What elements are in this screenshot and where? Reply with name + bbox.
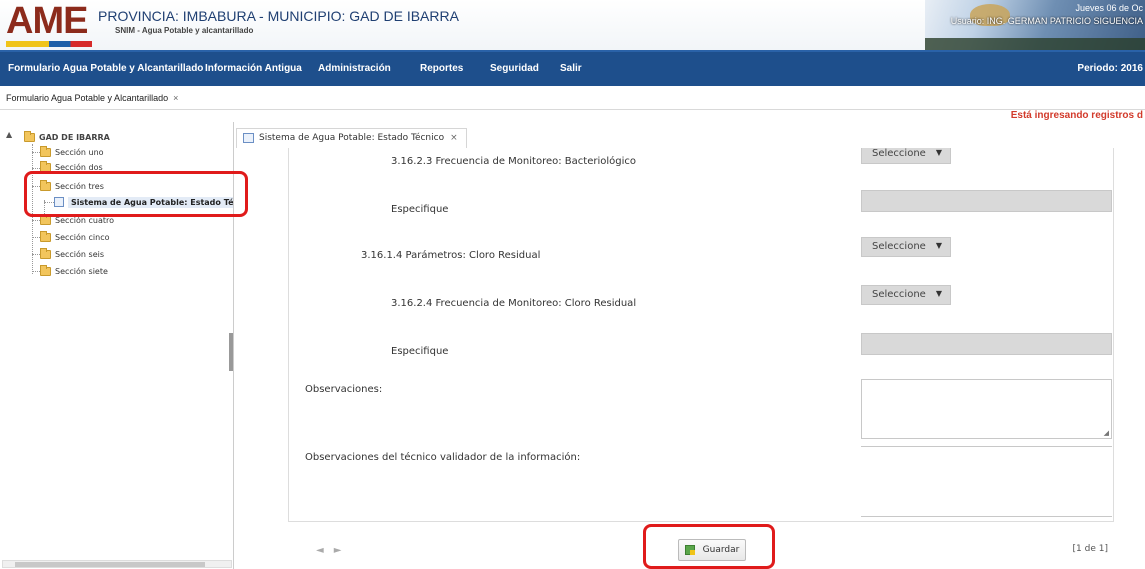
- tree-item-label: Sección dos: [55, 162, 103, 172]
- notice-text: Está ingresando registros d: [1010, 110, 1143, 121]
- folder-icon: [40, 145, 51, 157]
- select-value: Seleccione: [872, 148, 926, 159]
- app-header: AME PROVINCIA: IMBABURA - MUNICIPIO: GAD…: [0, 0, 1145, 50]
- tree-item-seccion-cinco[interactable]: Sección cinco: [40, 230, 110, 244]
- folder-icon: [24, 130, 35, 142]
- select-value: Seleccione: [872, 289, 926, 300]
- logo-letters: AME: [6, 0, 88, 42]
- tree-root[interactable]: GAD DE IBARRA: [24, 130, 110, 144]
- main-nav: Formulario Agua Potable y Alcantarillado…: [0, 50, 1145, 86]
- current-date: Jueves 06 de Oc: [1075, 3, 1143, 13]
- dropdown-arrow-icon: ▼: [935, 241, 942, 250]
- frecuencia-bacteriologico-select[interactable]: Seleccione ▼: [861, 148, 951, 164]
- tree-item-seccion-siete[interactable]: Sección siete: [40, 264, 108, 278]
- tree-horizontal-scrollbar[interactable]: [2, 560, 232, 568]
- tree-item-seccion-cuatro[interactable]: Sección cuatro: [40, 215, 114, 225]
- prev-page-icon[interactable]: ◄: [316, 545, 334, 556]
- top-tab-strip: Formulario Agua Potable y Alcantarillado…: [0, 86, 1145, 110]
- tree-connector: [32, 186, 40, 187]
- inner-tab-label: Sistema de Agua Potable: Estado Técnico: [259, 133, 445, 143]
- field-label: 3.16.1.4 Parámetros: Cloro Residual: [361, 250, 541, 261]
- document-icon: [243, 133, 254, 143]
- tree-item-seccion-uno[interactable]: Sección uno: [40, 145, 104, 159]
- select-value: Seleccione: [872, 241, 926, 252]
- nav-seguridad[interactable]: Seguridad: [490, 63, 539, 74]
- nav-administracion[interactable]: Administración: [318, 63, 391, 74]
- dropdown-arrow-icon: ▼: [935, 289, 942, 298]
- tree-connector: [32, 152, 40, 153]
- scrollbar-thumb[interactable]: [15, 562, 205, 567]
- field-label: 3.16.2.4 Frecuencia de Monitoreo: Cloro …: [391, 298, 637, 309]
- pager-arrows: ◄►: [316, 545, 351, 556]
- tree-item-seccion-seis[interactable]: Sección seis: [40, 247, 104, 261]
- ame-logo: AME: [6, 0, 92, 47]
- pager-count: [1 de 1]: [1072, 544, 1108, 554]
- field-label: Especifique: [391, 346, 449, 357]
- tab-formulario[interactable]: Formulario Agua Potable y Alcantarillado…: [6, 93, 178, 103]
- textarea-top-border: [861, 446, 1112, 447]
- tree-item-label: Sección cinco: [55, 232, 110, 242]
- tree-item-label: Sección uno: [55, 147, 104, 157]
- tree-item-label: Sistema de Agua Potable: Estado Técni: [68, 196, 233, 208]
- field-label: 3.16.2.3 Frecuencia de Monitoreo: Bacter…: [391, 156, 636, 167]
- tree-root-label: GAD DE IBARRA: [39, 132, 110, 142]
- panel-splitter[interactable]: [229, 333, 233, 371]
- folder-icon: [40, 247, 51, 259]
- save-button[interactable]: Guardar: [678, 539, 746, 561]
- banner-ground: [925, 38, 1145, 50]
- tree-connector: [32, 254, 40, 255]
- resize-grip-icon: ◢: [1103, 429, 1109, 437]
- nav-reportes[interactable]: Reportes: [420, 63, 463, 74]
- folder-icon: [40, 264, 51, 276]
- form-area: 3.16.2.3 Frecuencia de Monitoreo: Bacter…: [288, 148, 1114, 522]
- nav-salir[interactable]: Salir: [560, 63, 582, 74]
- parametros-cloro-select[interactable]: Seleccione ▼: [861, 237, 951, 257]
- folder-icon: [40, 230, 51, 242]
- folder-open-icon: [40, 179, 51, 191]
- tree-connector: [32, 271, 40, 272]
- logo-color-bar: [6, 41, 92, 47]
- save-button-label: Guardar: [702, 545, 740, 555]
- observaciones-tecnico-label: Observaciones del técnico validador de l…: [305, 452, 581, 463]
- tree-connector: [32, 168, 40, 169]
- folder-icon: [40, 215, 51, 225]
- document-icon: [54, 197, 64, 207]
- next-page-icon[interactable]: ►: [334, 545, 352, 556]
- tab-close-icon[interactable]: ×: [450, 133, 458, 143]
- save-icon: [684, 545, 695, 555]
- field-label: Especifique: [391, 204, 449, 215]
- especifique-cloro-input[interactable]: [861, 333, 1112, 355]
- page-title: PROVINCIA: IMBABURA - MUNICIPIO: GAD DE …: [98, 8, 459, 24]
- tab-close-icon[interactable]: ×: [173, 93, 178, 103]
- header-banner-image: Jueves 06 de Oc Usuario: ING. GERMAN PAT…: [925, 0, 1145, 50]
- tab-formulario-label: Formulario Agua Potable y Alcantarillado: [6, 93, 169, 103]
- tree-item-sistema-agua-potable[interactable]: Sistema de Agua Potable: Estado Técni: [54, 195, 233, 209]
- observaciones-label: Observaciones:: [305, 384, 383, 395]
- section-tree: ▲ GAD DE IBARRA Sección uno Sección dos …: [0, 122, 234, 569]
- current-user: Usuario: ING. GERMAN PATRICIO SIGUENCIA: [950, 16, 1143, 26]
- tree-item-seccion-dos[interactable]: Sección dos: [40, 161, 103, 173]
- dropdown-arrow-icon: ▼: [935, 148, 942, 157]
- folder-icon: [40, 161, 51, 172]
- tree-connector: [32, 237, 40, 238]
- tree-connector: [44, 202, 54, 203]
- form-footer: ◄► Guardar [1 de 1]: [288, 523, 1114, 569]
- nav-formulario[interactable]: Formulario Agua Potable y Alcantarillado: [8, 63, 203, 74]
- frecuencia-cloro-select[interactable]: Seleccione ▼: [861, 285, 951, 305]
- page-subtitle: SNIM - Agua Potable y alcantarillado: [115, 26, 254, 35]
- tree-item-label: Sección cuatro: [55, 216, 115, 225]
- tree-item-seccion-tres[interactable]: Sección tres: [40, 179, 104, 193]
- tab-sistema-agua-potable[interactable]: Sistema de Agua Potable: Estado Técnico …: [236, 128, 467, 148]
- textarea-bottom-border: [861, 516, 1112, 517]
- tree-item-label: Sección tres: [55, 181, 104, 191]
- observaciones-textarea[interactable]: ◢: [861, 379, 1112, 439]
- especifique-bacteriologico-input[interactable]: [861, 190, 1112, 212]
- nav-informacion-antigua[interactable]: Información Antigua: [205, 63, 302, 74]
- collapse-icon[interactable]: ▲: [6, 130, 12, 139]
- periodo-label: Periodo: 2016: [1077, 63, 1143, 74]
- tree-item-label: Sección siete: [55, 266, 108, 276]
- tree-connector: [32, 220, 40, 221]
- tree-item-label: Sección seis: [55, 249, 105, 259]
